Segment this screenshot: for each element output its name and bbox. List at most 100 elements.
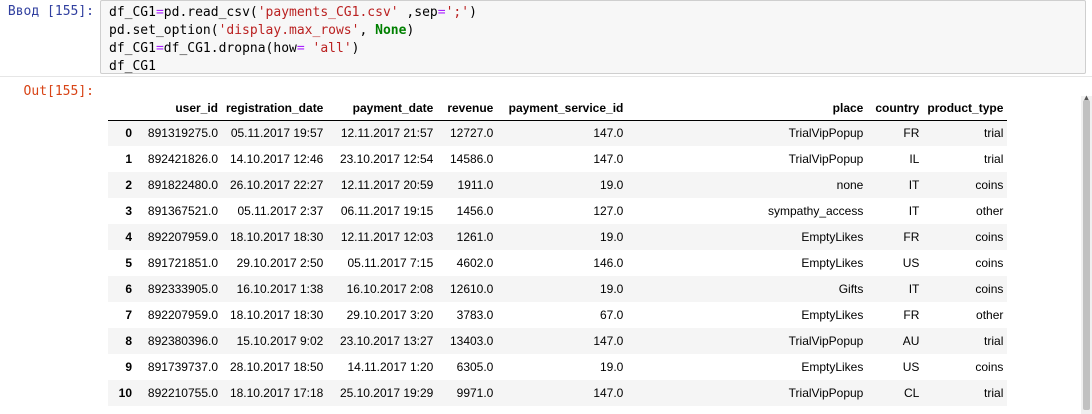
table-cell: 14.11.2017 1:20 — [347, 360, 434, 374]
table-cell: 05.11.2017 7:15 — [347, 256, 434, 270]
table-cell: 891367521.0 — [147, 204, 218, 218]
table-cell: IT — [908, 204, 920, 218]
table-cell: 891721851.0 — [147, 256, 218, 270]
table-cell: 147.0 — [593, 386, 624, 400]
code-token: 'display.max_rows' — [218, 23, 360, 38]
table-cell: 19.0 — [600, 282, 624, 296]
code-line: df_CG1=df_CG1.dropna(how= 'all') — [109, 40, 1085, 58]
table-cell: 127.0 — [593, 204, 624, 218]
table-cell: coins — [975, 360, 1004, 374]
table-cell: 4602.0 — [456, 256, 494, 270]
code-token: , — [359, 23, 376, 38]
column-header: place — [627, 96, 868, 121]
table-cell: 06.11.2017 19:15 — [340, 204, 434, 218]
code-token: ,sep — [398, 5, 438, 20]
column-header: product_type — [923, 96, 1008, 121]
scrollbar-thumb[interactable] — [1083, 100, 1090, 410]
code-line: df_CG1=pd.read_csv('payments_CG1.csv' ,s… — [109, 4, 1085, 22]
table-cell: 16.10.2017 1:38 — [236, 282, 324, 296]
code-token: df_CG1 — [109, 5, 156, 20]
code-token: 'payments_CG1.csv' — [257, 5, 399, 20]
table-cell: 146.0 — [593, 256, 624, 270]
table-cell: 19.0 — [600, 230, 624, 244]
code-editor[interactable]: df_CG1=pd.read_csv('payments_CG1.csv' ,s… — [100, 0, 1086, 74]
table-cell: 892380396.0 — [147, 334, 218, 348]
code-line: pd.set_option('display.max_rows', None) — [109, 22, 1085, 40]
code-token: None — [375, 23, 407, 38]
table-cell: 05.11.2017 2:37 — [237, 204, 324, 218]
table-cell: trial — [984, 334, 1004, 348]
dataframe-table: user_id registration_date payment_date reve… — [108, 96, 1008, 406]
table-cell: 05.11.2017 19:57 — [230, 126, 324, 141]
table-cell: IT — [908, 178, 920, 192]
table-row: 7 892207959.0 18.10.2017 18:30 29.10.2017 3… — [108, 302, 1007, 328]
code-token: = — [296, 41, 305, 56]
table-cell: 891822480.0 — [147, 178, 218, 192]
table-cell: trial — [984, 386, 1004, 400]
table-cell: IT — [908, 282, 920, 296]
code-token: ';' — [445, 5, 470, 20]
table-cell: FR — [903, 126, 920, 141]
table-cell: CL — [904, 386, 920, 400]
column-header: payment_date — [327, 96, 438, 121]
code-line: df_CG1 — [109, 58, 1085, 76]
row-index: 9 — [125, 360, 132, 374]
table-cell: trial — [984, 126, 1004, 141]
code-token: ) — [351, 41, 360, 56]
column-header: user_id — [136, 96, 222, 121]
table-cell: 19.0 — [600, 178, 624, 192]
table-cell: 147.0 — [593, 152, 624, 166]
code-token: 'all' — [312, 41, 352, 56]
table-cell: FR — [903, 308, 920, 322]
table-cell: 1911.0 — [457, 178, 494, 192]
cell-divider — [0, 76, 1092, 77]
row-index: 10 — [118, 386, 132, 400]
code-token: = — [155, 5, 164, 20]
table-cell: EmptyLikes — [801, 360, 864, 374]
table-cell: 18.10.2017 18:30 — [229, 308, 324, 322]
row-index: 8 — [125, 334, 132, 348]
table-cell: TrialVipPopup — [788, 334, 864, 348]
code-token: df_CG1 — [109, 59, 156, 74]
table-cell: TrialVipPopup — [788, 152, 864, 166]
table-cell: 1261.0 — [456, 230, 494, 244]
table-cell: US — [902, 256, 920, 270]
row-index: 3 — [125, 204, 132, 218]
table-cell: 891319275.0 — [147, 126, 218, 141]
column-header: payment_service_id — [497, 96, 628, 121]
row-index: 0 — [125, 126, 132, 141]
table-cell: Gifts — [838, 282, 864, 296]
table-cell: 892421826.0 — [147, 152, 218, 166]
code-token: pd.read_csv( — [163, 5, 258, 20]
table-cell: 18.10.2017 17:18 — [229, 386, 324, 400]
row-index: 1 — [125, 152, 132, 166]
output-area: user_id registration_date payment_date reve… — [108, 96, 1068, 414]
code-token: df_CG1 — [109, 41, 156, 56]
code-token: ) — [469, 5, 477, 20]
table-cell: 18.10.2017 18:30 — [229, 230, 324, 244]
table-cell: 19.0 — [600, 360, 624, 374]
table-cell: coins — [975, 256, 1004, 270]
table-cell: sympathy_access — [767, 204, 864, 218]
table-cell: 26.10.2017 22:27 — [229, 178, 324, 192]
table-cell: 9971.0 — [456, 386, 494, 400]
table-cell: none — [836, 178, 864, 192]
table-cell: 14586.0 — [449, 152, 494, 166]
table-cell: TrialVipPopup — [788, 386, 864, 400]
table-cell: 12.11.2017 12:03 — [340, 230, 434, 244]
table-cell: 3783.0 — [456, 308, 494, 322]
table-cell: 23.10.2017 13:27 — [339, 334, 434, 348]
column-header: revenue — [437, 96, 498, 121]
table-row: 2 891822480.0 26.10.2017 22:27 12.11.2017 2… — [108, 172, 1008, 198]
table-cell: coins — [975, 178, 1004, 192]
table-cell: 67.0 — [600, 308, 624, 322]
input-prompt: Ввод [155]: — [7, 4, 94, 19]
table-cell: EmptyLikes — [801, 230, 864, 244]
code-token: ) — [406, 23, 415, 38]
index-header — [108, 96, 136, 121]
row-index: 5 — [125, 256, 132, 270]
table-row: 10 892210755.0 18.10.2017 17:18 25.10.2017 … — [108, 380, 1008, 406]
row-index: 4 — [125, 230, 132, 244]
code-token: df_CG1.dropna(how — [163, 41, 297, 56]
